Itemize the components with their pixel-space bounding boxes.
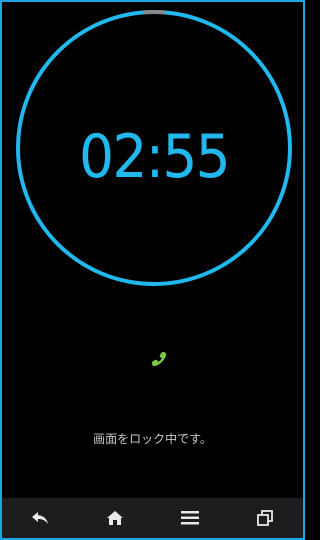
- menu-button[interactable]: [170, 498, 210, 538]
- timer-display: 02:55: [79, 122, 231, 192]
- back-button[interactable]: [20, 498, 60, 538]
- lock-status-text: 画面をロック中です。: [93, 432, 212, 446]
- lock-screen: 02:55 画面をロック中です。: [0, 0, 305, 540]
- recent-apps-button[interactable]: [245, 498, 285, 538]
- navigation-bar: [2, 498, 303, 538]
- home-icon: [106, 511, 123, 525]
- recent-apps-icon: [257, 510, 274, 526]
- home-button[interactable]: [95, 498, 135, 538]
- back-icon: [31, 512, 48, 524]
- phone-icon: [151, 351, 167, 367]
- menu-icon: [181, 511, 200, 525]
